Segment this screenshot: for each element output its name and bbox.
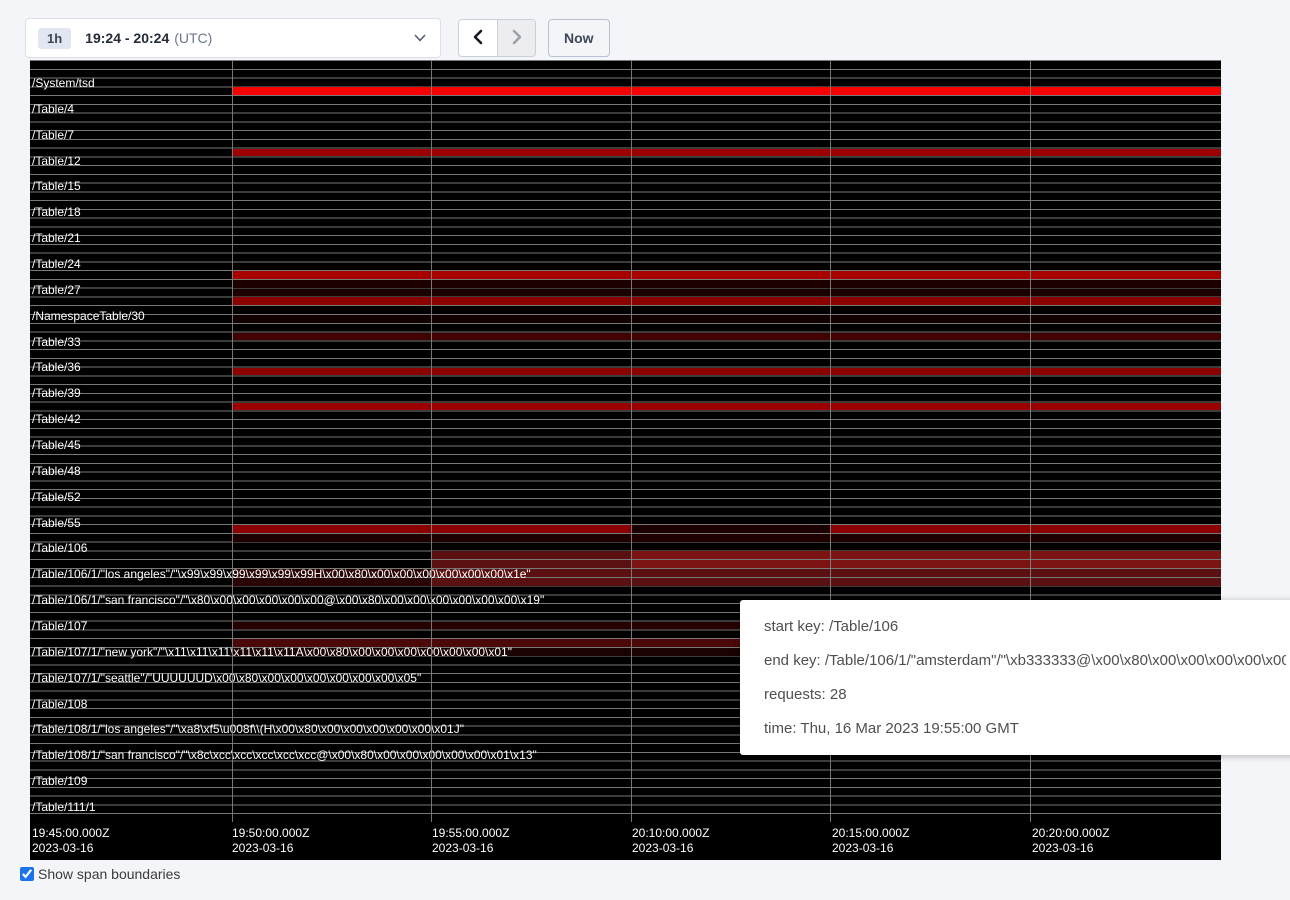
axis-tick: 20:15:00.000Z2023-03-16 bbox=[832, 826, 909, 856]
row-label: /Table/107 bbox=[32, 619, 87, 633]
prev-range-button[interactable] bbox=[459, 20, 497, 56]
heat-band[interactable] bbox=[830, 525, 1221, 533]
heat-band[interactable] bbox=[232, 368, 1221, 376]
axis-tick: 20:10:00.000Z2023-03-16 bbox=[632, 826, 709, 856]
next-range-button[interactable] bbox=[497, 20, 535, 56]
range-timezone: (UTC) bbox=[174, 30, 212, 46]
row-label: /Table/106 bbox=[32, 541, 87, 555]
heat-band[interactable] bbox=[232, 87, 1221, 95]
checkbox-label: Show span boundaries bbox=[38, 866, 180, 882]
row-label: /Table/108/1/"los angeles"/"\xa8\xf5\u00… bbox=[32, 722, 464, 736]
row-label: /Table/39 bbox=[32, 386, 81, 400]
heat-band[interactable] bbox=[232, 333, 1221, 341]
row-label: /Table/15 bbox=[32, 179, 81, 193]
row-label: /Table/42 bbox=[32, 412, 81, 426]
row-label: /Table/108 bbox=[32, 697, 87, 711]
row-label: /Table/106/1/"san francisco"/"\x80\x00\x… bbox=[32, 593, 544, 607]
range-text: 19:24 - 20:24 bbox=[85, 30, 169, 46]
heat-band[interactable] bbox=[631, 525, 830, 533]
time-nav-group bbox=[458, 19, 536, 57]
row-label: /Table/12 bbox=[32, 154, 81, 168]
show-span-boundaries-control[interactable]: Show span boundaries bbox=[20, 866, 180, 882]
tooltip-start-key: start key: /Table/106 bbox=[764, 618, 1286, 635]
toolbar: 1h 19:24 - 20:24 (UTC) Now bbox=[25, 18, 610, 58]
now-button[interactable]: Now bbox=[548, 19, 610, 57]
row-label: /Table/108/1/"san francisco"/"\x8c\xcc\x… bbox=[32, 748, 537, 762]
heat-band[interactable] bbox=[431, 569, 1221, 577]
row-label: /Table/52 bbox=[32, 490, 81, 504]
heat-band[interactable] bbox=[232, 280, 1221, 288]
row-label: /Table/21 bbox=[32, 231, 81, 245]
axis-tick: 19:55:00.000Z2023-03-16 bbox=[432, 826, 509, 856]
row-label: /Table/27 bbox=[32, 283, 81, 297]
row-label: /Table/107/1/"new york"/"\x11\x11\x11\x1… bbox=[32, 645, 512, 659]
row-label: /Table/111/1 bbox=[32, 800, 96, 814]
heat-band[interactable] bbox=[232, 289, 1221, 297]
heat-band[interactable] bbox=[232, 403, 1221, 411]
heat-band[interactable] bbox=[232, 534, 1221, 542]
axis-tick: 20:20:00.000Z2023-03-16 bbox=[1032, 826, 1109, 856]
hover-tooltip: start key: /Table/106 end key: /Table/10… bbox=[740, 600, 1290, 755]
row-label: /NamespaceTable/30 bbox=[32, 309, 145, 323]
chevron-down-icon bbox=[414, 34, 426, 42]
grid-vline bbox=[232, 60, 233, 822]
chevron-left-icon bbox=[471, 29, 485, 48]
heat-band[interactable] bbox=[232, 271, 1221, 279]
row-label: /Table/4 bbox=[32, 102, 74, 116]
row-label: /System/tsd bbox=[32, 76, 95, 90]
row-label: /Table/55 bbox=[32, 516, 81, 530]
row-label: /Table/24 bbox=[32, 257, 81, 271]
row-label: /Table/109 bbox=[32, 774, 87, 788]
row-label: /Table/36 bbox=[32, 360, 81, 374]
tooltip-end-key: end key: /Table/106/1/"amsterdam"/"\xb33… bbox=[764, 652, 1286, 669]
row-label: /Table/48 bbox=[32, 464, 81, 478]
row-label: /Table/33 bbox=[32, 335, 81, 349]
heat-band[interactable] bbox=[431, 578, 1221, 586]
tooltip-time: time: Thu, 16 Mar 2023 19:55:00 GMT bbox=[764, 720, 1286, 737]
row-label: /Table/18 bbox=[32, 205, 81, 219]
row-label: /Table/45 bbox=[32, 438, 81, 452]
heat-band[interactable] bbox=[232, 149, 1221, 157]
time-axis: 19:45:00.000Z2023-03-16 19:50:00.000Z2023… bbox=[30, 822, 1221, 860]
heat-band[interactable] bbox=[232, 297, 1221, 305]
row-label: /Table/106/1/"los angeles"/"\x99\x99\x99… bbox=[32, 567, 531, 581]
heat-band[interactable] bbox=[631, 551, 1221, 559]
key-visualizer-canvas[interactable]: /System/tsd/Table/4/Table/7/Table/12/Tab… bbox=[30, 60, 1221, 860]
show-span-boundaries-checkbox[interactable] bbox=[20, 867, 34, 881]
range-duration-badge: 1h bbox=[38, 28, 71, 49]
time-range-select[interactable]: 1h 19:24 - 20:24 (UTC) bbox=[25, 18, 441, 58]
heat-band[interactable] bbox=[431, 551, 631, 559]
grid-vline bbox=[431, 60, 432, 822]
heat-band[interactable] bbox=[232, 315, 1221, 323]
row-label: /Table/7 bbox=[32, 128, 74, 142]
tooltip-requests: requests: 28 bbox=[764, 686, 1286, 703]
axis-tick: 19:50:00.000Z2023-03-16 bbox=[232, 826, 309, 856]
heat-band[interactable] bbox=[631, 560, 1221, 568]
axis-tick: 19:45:00.000Z2023-03-16 bbox=[32, 826, 109, 856]
grid-vline bbox=[631, 60, 632, 822]
row-label: /Table/107/1/"seattle"/"UUUUUUD\x00\x80\… bbox=[32, 671, 421, 685]
chevron-right-icon bbox=[510, 29, 524, 48]
